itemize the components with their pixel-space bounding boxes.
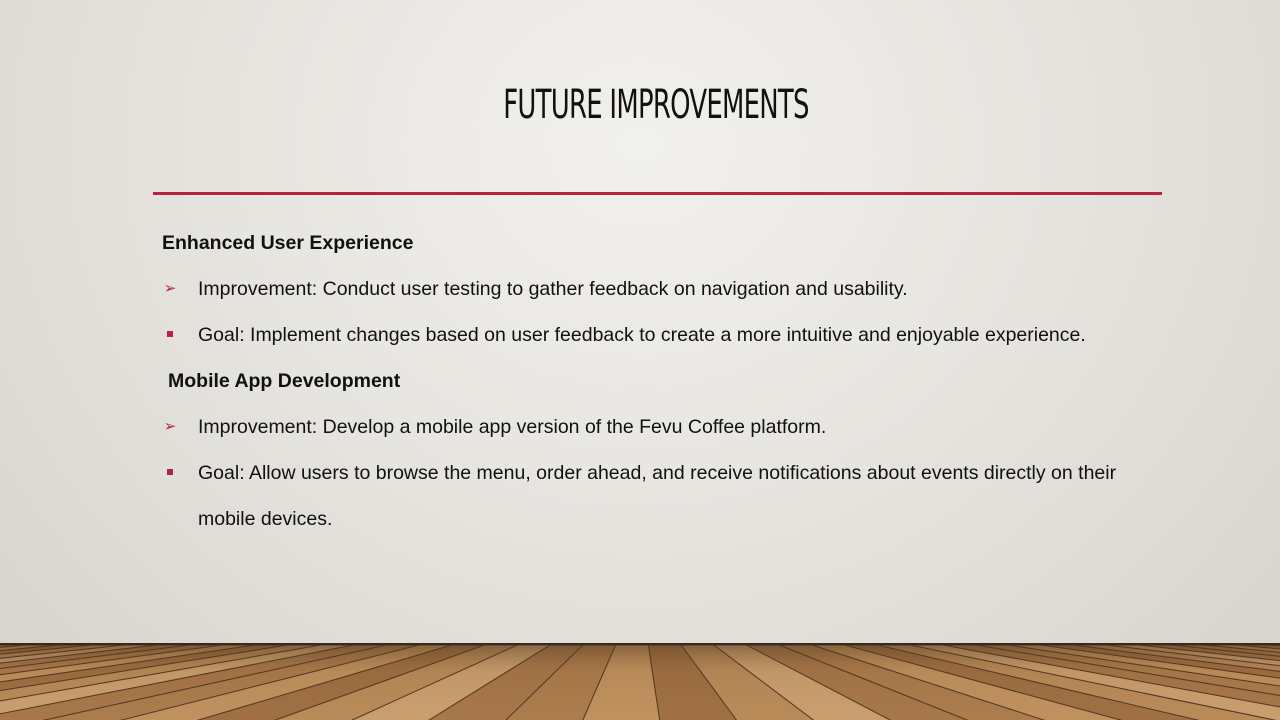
list-item: Goal: Implement changes based on user fe… xyxy=(162,312,1162,358)
slide-content: Enhanced User Experience ➢ Improvement: … xyxy=(162,230,1162,552)
arrow-bullet-icon: ➢ xyxy=(163,418,177,435)
slide-title: FUTURE IMPROVEMENTS xyxy=(503,82,809,128)
wood-floor-decoration xyxy=(0,643,1280,720)
list-item: ➢ Improvement: Develop a mobile app vers… xyxy=(162,404,1162,450)
square-bullet-icon xyxy=(162,312,178,358)
list-item-text: Improvement: Conduct user testing to gat… xyxy=(198,278,908,300)
list-item-text: Goal: Allow users to browse the menu, or… xyxy=(198,462,1117,530)
wood-floor-graphic xyxy=(0,645,1280,720)
slide: FUTURE IMPROVEMENTS Enhanced User Experi… xyxy=(0,0,1280,720)
list-item-text: Goal: Implement changes based on user fe… xyxy=(198,324,1086,346)
list-item: ➢ Improvement: Conduct user testing to g… xyxy=(162,266,1162,312)
list-item-text: Improvement: Develop a mobile app versio… xyxy=(198,416,827,438)
arrow-bullet-icon: ➢ xyxy=(163,280,177,297)
list-item: Goal: Allow users to browse the menu, or… xyxy=(162,450,1162,542)
square-bullet-icon xyxy=(162,450,178,496)
title-divider xyxy=(153,192,1162,195)
